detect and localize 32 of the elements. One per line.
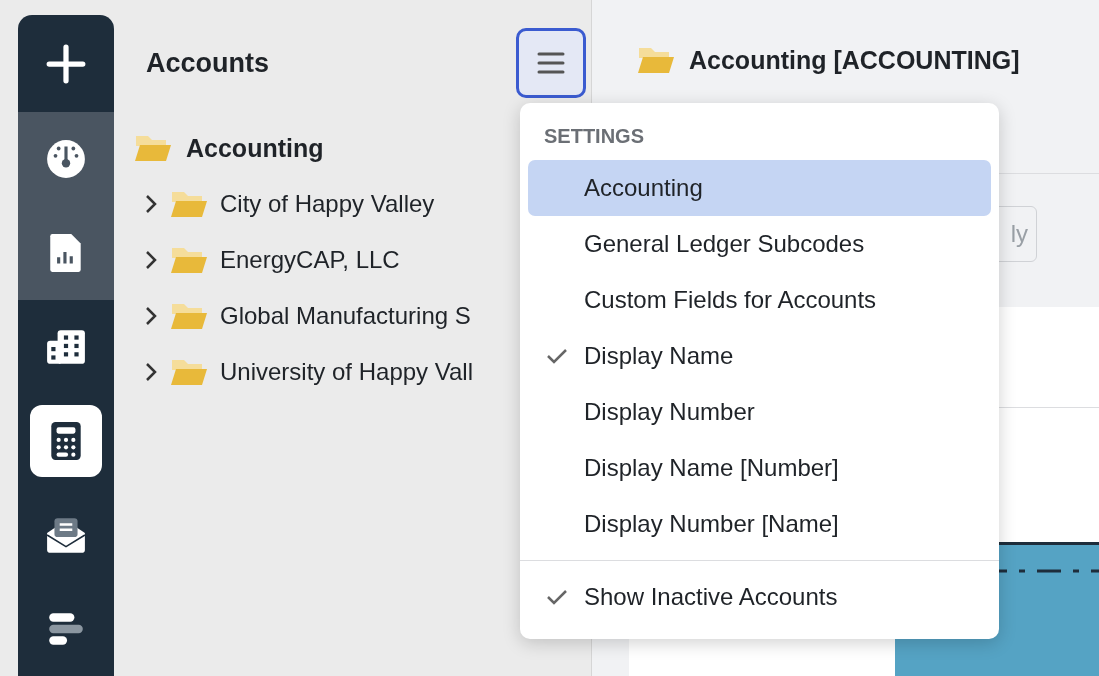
folder-icon (637, 46, 675, 74)
nav-item[interactable] (18, 206, 114, 300)
menu-item[interactable]: Accounting (528, 160, 991, 216)
folder-icon (170, 302, 208, 330)
menu-item[interactable]: Show Inactive Accounts (528, 569, 991, 625)
nav-button[interactable] (30, 405, 102, 477)
menu-header: SETTINGS (543, 124, 645, 149)
folder-icon (170, 190, 208, 218)
tree-item[interactable]: University of Happy Vall (220, 358, 473, 386)
menu-icon (537, 51, 565, 75)
tree-item[interactable]: Accounting (186, 133, 324, 163)
panel-title: Accounts (146, 47, 270, 79)
chevron-icon[interactable] (144, 193, 158, 215)
chevron-icon[interactable] (144, 361, 158, 383)
folder-icon (134, 134, 172, 162)
menu-button[interactable] (516, 28, 586, 98)
page-title: Accounting [ACCOUNTING] (689, 46, 1020, 75)
tree-item[interactable]: EnergyCAP, LLC (220, 246, 400, 274)
nav-item[interactable] (18, 112, 114, 206)
menu-item[interactable]: Display Number (528, 384, 991, 440)
chevron-icon[interactable] (144, 305, 158, 327)
menu-item[interactable]: Display Name (528, 328, 991, 384)
gauge-icon (45, 138, 87, 180)
tree-item[interactable]: Global Manufacturing S (220, 302, 471, 330)
chevron-icon[interactable] (144, 249, 158, 271)
menu-item[interactable]: Custom Fields for Accounts (528, 272, 991, 328)
folder-icon (170, 246, 208, 274)
tree-item[interactable]: City of Happy Valley (220, 190, 435, 218)
menu-item[interactable]: Display Number [Name] (528, 496, 991, 552)
menu-item[interactable]: Display Name [Number] (528, 440, 991, 496)
plus-icon (45, 42, 87, 85)
folder-icon (170, 358, 208, 386)
